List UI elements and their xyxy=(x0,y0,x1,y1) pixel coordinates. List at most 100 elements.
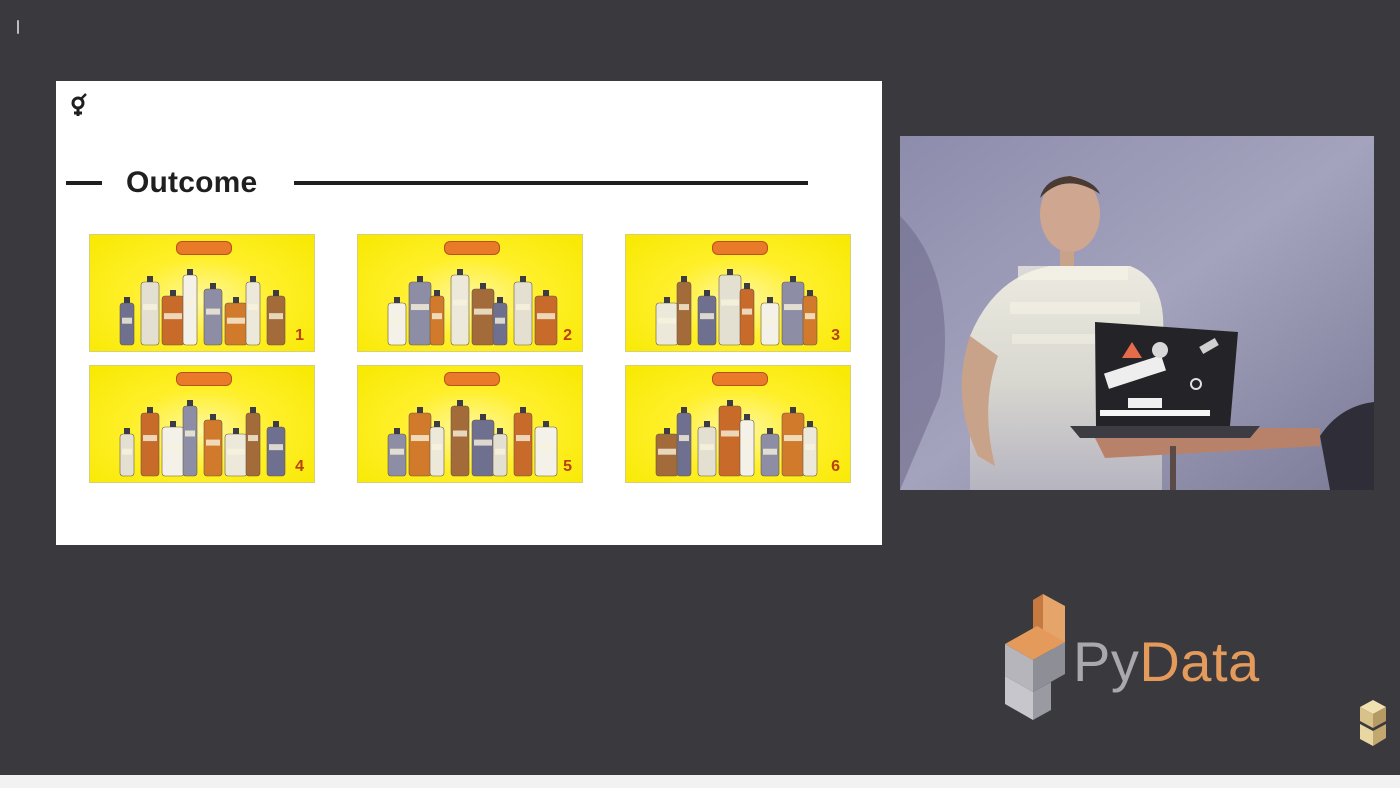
product-bottle xyxy=(203,419,223,477)
product-bottle xyxy=(140,412,160,477)
outcome-tile: 2 xyxy=(357,234,583,352)
slide-title: Outcome xyxy=(126,166,258,199)
bottom-strip xyxy=(0,775,1400,788)
product-bottle-cap xyxy=(744,414,750,420)
product-bottle-cap xyxy=(170,290,176,296)
product-bottle xyxy=(245,281,261,346)
product-bottle-cap xyxy=(417,276,423,282)
product-bottle xyxy=(760,433,780,477)
product-bottle xyxy=(140,281,160,346)
product-bottle-label xyxy=(453,299,467,306)
product-bottle-label xyxy=(164,313,182,320)
product-bottle-label xyxy=(411,435,429,442)
product-bottle-cap xyxy=(520,407,526,413)
pydata-wordmark-data: Data xyxy=(1139,630,1260,693)
product-bottle xyxy=(161,295,185,346)
product-bottle xyxy=(182,274,198,346)
product-bottle xyxy=(245,412,261,477)
product-bottle-label xyxy=(227,317,245,324)
product-bottle-cap xyxy=(233,428,239,434)
product-bottle-label xyxy=(453,430,467,437)
product-bottle-label xyxy=(742,439,752,446)
product-bottle xyxy=(408,412,432,477)
product-bottle-cap xyxy=(744,283,750,289)
product-bottle-label xyxy=(411,304,429,311)
product-bottle xyxy=(450,274,470,346)
product-bottle-label xyxy=(679,304,689,311)
product-bottle xyxy=(513,412,533,477)
product-bottle-cap xyxy=(704,290,710,296)
product-banner-badge xyxy=(712,241,768,255)
product-bottle xyxy=(161,426,185,477)
product-banner-badge xyxy=(176,372,232,386)
product-bottle-cap xyxy=(124,428,130,434)
product-bottle-cap xyxy=(664,297,670,303)
product-bottle-label xyxy=(805,444,815,451)
product-bottle-cap xyxy=(273,290,279,296)
speaker-video-frame xyxy=(900,136,1374,490)
product-bottle-cap xyxy=(273,421,279,427)
product-bottle-label xyxy=(269,444,283,451)
product-bottle-cap xyxy=(767,297,773,303)
product-bottle xyxy=(781,281,805,346)
product-bottle-label xyxy=(537,444,555,451)
product-bottle xyxy=(119,433,135,477)
window-edge-marker xyxy=(17,20,19,34)
product-bottle-label xyxy=(474,308,492,315)
slide-logo-icon xyxy=(71,93,87,116)
product-bottle-label xyxy=(763,448,777,455)
product-bottle-cap xyxy=(147,276,153,282)
tile-number: 4 xyxy=(295,458,304,475)
product-bottle-cap xyxy=(790,276,796,282)
product-bottle-label xyxy=(763,317,777,324)
product-bottle xyxy=(534,295,558,346)
product-bottle-label xyxy=(658,448,676,455)
product-bottle-label xyxy=(390,448,404,455)
product-bottle-label xyxy=(122,448,132,455)
product-bottle-label xyxy=(143,304,157,311)
product-bottle-cap xyxy=(497,428,503,434)
product-bottle-cap xyxy=(187,400,193,406)
product-bottle-cap xyxy=(233,297,239,303)
product-bottle-label xyxy=(390,317,404,324)
pydata-corner-logo-icon xyxy=(1360,700,1386,746)
tile-number: 2 xyxy=(563,327,572,344)
product-bottle xyxy=(203,288,223,346)
product-bottle-cap xyxy=(727,269,733,275)
product-bottles-image xyxy=(119,269,286,346)
product-bottle-label xyxy=(700,313,714,320)
product-bottle xyxy=(534,426,558,477)
outcome-tile: 4 xyxy=(89,365,315,483)
product-bottle xyxy=(387,302,407,346)
tile-number: 5 xyxy=(563,458,572,475)
product-bottle xyxy=(655,433,679,477)
product-bottle-cap xyxy=(210,283,216,289)
tile-number: 6 xyxy=(831,458,840,475)
title-rule-right xyxy=(294,181,808,185)
product-bottle-cap xyxy=(807,290,813,296)
product-bottle-label xyxy=(227,448,245,455)
pydata-wordmark: PyData xyxy=(1073,632,1260,692)
product-bottle-cap xyxy=(790,407,796,413)
product-bottle-cap xyxy=(681,407,687,413)
product-bottle-label xyxy=(185,430,195,437)
product-bottles-image xyxy=(655,400,818,477)
slide-title-row: Outcome xyxy=(66,163,808,203)
product-bottle-cap xyxy=(704,421,710,427)
tile-number: 3 xyxy=(831,327,840,344)
product-bottle xyxy=(676,281,692,346)
product-bottle xyxy=(697,426,717,477)
product-bottle-label xyxy=(537,313,555,320)
pydata-logo-icon xyxy=(1005,594,1065,720)
product-bottle-label xyxy=(248,304,258,311)
product-bottle-label xyxy=(474,439,492,446)
product-bottle xyxy=(429,295,445,346)
product-bottle-cap xyxy=(417,407,423,413)
product-bottle-label xyxy=(495,448,505,455)
product-bottles-image xyxy=(119,400,286,477)
product-bottle xyxy=(471,419,495,477)
product-bottles-image xyxy=(655,269,818,346)
product-bottle xyxy=(224,433,248,477)
product-bottle-cap xyxy=(210,414,216,420)
product-bottle-label xyxy=(742,308,752,315)
